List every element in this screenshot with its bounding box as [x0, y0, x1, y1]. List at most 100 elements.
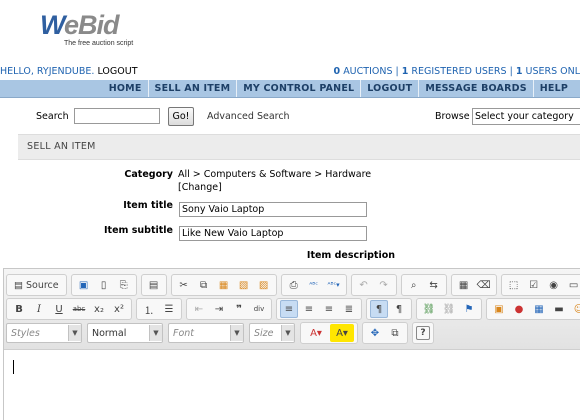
- change-category-link[interactable]: [Change]: [178, 182, 222, 193]
- description-row: Item description: [0, 250, 580, 264]
- search-input[interactable]: [74, 108, 160, 124]
- textfield-icon[interactable]: ▭: [565, 276, 580, 294]
- find-icon[interactable]: ⌕: [405, 276, 423, 294]
- chevron-down-icon: ▼: [230, 325, 243, 341]
- bold-icon[interactable]: B: [10, 300, 28, 318]
- paste-icon[interactable]: ▦: [215, 276, 233, 294]
- search-label: Search: [36, 111, 69, 122]
- paste-word-icon[interactable]: ▨: [255, 276, 273, 294]
- text-color-icon[interactable]: A▾: [304, 324, 328, 342]
- checkbox-icon[interactable]: ☑: [525, 276, 543, 294]
- templates-icon[interactable]: ▤: [145, 276, 163, 294]
- paste-text-icon[interactable]: ▧: [235, 276, 253, 294]
- link-icon[interactable]: ⛓: [420, 300, 438, 318]
- styles-combo[interactable]: Styles ▼: [6, 323, 82, 343]
- logo-text: eBid: [64, 10, 120, 40]
- item-subtitle-input[interactable]: Like New Vaio Laptop: [179, 226, 367, 241]
- undo-group: ↶ ↷: [350, 274, 397, 296]
- undo-icon[interactable]: ↶: [355, 276, 373, 294]
- about-icon[interactable]: ?: [416, 326, 430, 340]
- align-center-icon[interactable]: ≡: [300, 300, 318, 318]
- format-combo[interactable]: Normal ▼: [87, 323, 163, 343]
- item-title-input[interactable]: Sony Vaio Laptop: [179, 202, 367, 217]
- anchor-icon[interactable]: ⚑: [460, 300, 478, 318]
- nav-help[interactable]: HELP: [532, 80, 574, 97]
- chevron-down-icon: ▼: [149, 325, 162, 341]
- maximize-icon[interactable]: ✥: [366, 324, 384, 342]
- nav-my-control-panel[interactable]: MY CONTROL PANEL: [236, 80, 360, 97]
- scayt-icon[interactable]: ᴬᴮᶜ▾: [325, 276, 343, 294]
- document-group: ▣ ▯ ⎘: [70, 274, 137, 296]
- print-icon[interactable]: ⎙: [285, 276, 303, 294]
- logout-link[interactable]: LOGOUT: [97, 66, 137, 77]
- source-label: Source: [25, 279, 59, 291]
- ltr-icon[interactable]: ¶: [370, 300, 388, 318]
- italic-icon[interactable]: I: [30, 300, 48, 318]
- browse-category-select[interactable]: Select your category: [472, 108, 580, 125]
- chevron-down-icon: ▼: [281, 325, 294, 341]
- div-icon[interactable]: div: [250, 300, 268, 318]
- format-label: Normal: [92, 327, 127, 339]
- font-combo[interactable]: Font ▼: [168, 323, 244, 343]
- smiley-icon[interactable]: ☺: [570, 300, 580, 318]
- background-color-icon[interactable]: A▾: [330, 324, 354, 342]
- online-count: 1: [515, 66, 523, 77]
- outdent-icon[interactable]: ⇤: [190, 300, 208, 318]
- radio-icon[interactable]: ◉: [545, 276, 563, 294]
- align-group: ≡ ≡ ≡ ≣: [276, 298, 362, 320]
- save-icon[interactable]: ▣: [75, 276, 93, 294]
- go-button[interactable]: Go!: [168, 107, 194, 126]
- superscript-icon[interactable]: x²: [110, 300, 128, 318]
- advanced-search-link[interactable]: Advanced Search: [207, 111, 290, 122]
- auctions-label: AUCTIONS: [343, 66, 393, 77]
- editor-content-area[interactable]: [4, 350, 580, 420]
- new-page-icon[interactable]: ▯: [95, 276, 113, 294]
- nav-message-boards[interactable]: MESSAGE BOARDS: [418, 80, 532, 97]
- source-button[interactable]: ▤ Source: [10, 276, 63, 294]
- spellcheck-icon[interactable]: ᴬᴮᶜ: [305, 276, 323, 294]
- table-icon[interactable]: ▦: [530, 300, 548, 318]
- align-left-icon[interactable]: ≡: [280, 300, 298, 318]
- image-icon[interactable]: ▣: [490, 300, 508, 318]
- indent-icon[interactable]: ⇥: [210, 300, 228, 318]
- rtl-icon[interactable]: ¶: [390, 300, 408, 318]
- main-navbar: HOME SELL AN ITEM MY CONTROL PANEL LOGOU…: [0, 80, 580, 98]
- top-status-bar: HELLO, RYJENDUBE. LOGOUT 0 AUCTIONS | 1 …: [0, 65, 580, 78]
- font-label: Font: [173, 327, 195, 339]
- size-combo[interactable]: Size ▼: [249, 323, 295, 343]
- unlink-icon[interactable]: ⛓: [440, 300, 458, 318]
- tools-group: ✥ ⧉: [362, 322, 408, 344]
- subscript-icon[interactable]: x₂: [90, 300, 108, 318]
- remove-format-icon[interactable]: ⌫: [475, 276, 493, 294]
- redo-icon[interactable]: ↷: [375, 276, 393, 294]
- toolbar-row-3: Styles ▼ Normal ▼ Font ▼ Size ▼ A▾ A▾ ✥ …: [6, 322, 438, 344]
- clipboard-group: ✂ ⧉ ▦ ▧ ▨: [170, 274, 277, 296]
- numbered-list-icon[interactable]: ⒈: [140, 300, 158, 318]
- form-icon[interactable]: ⬚: [505, 276, 523, 294]
- category-label: Category: [124, 169, 173, 180]
- about-group: ?: [412, 322, 434, 344]
- subtitle-row: Item subtitle Like New Vaio Laptop: [0, 225, 580, 243]
- blockquote-icon[interactable]: ❞: [230, 300, 248, 318]
- nav-logout[interactable]: LOGOUT: [360, 80, 418, 97]
- preview-icon[interactable]: ⎘: [115, 276, 133, 294]
- horizontal-rule-icon[interactable]: ▬: [550, 300, 568, 318]
- select-group: ▦ ⌫: [450, 274, 497, 296]
- user-greeting: HELLO, RYJENDUBE. LOGOUT: [0, 65, 138, 78]
- rich-text-editor: ▤ Source ▣ ▯ ⎘ ▤ ✂ ⧉ ▦ ▧ ▨ ⎙ ᴬᴮᶜ ᴬᴮᶜ▾ ↶ …: [3, 268, 580, 420]
- show-blocks-icon[interactable]: ⧉: [386, 324, 404, 342]
- copy-icon[interactable]: ⧉: [195, 276, 213, 294]
- cut-icon[interactable]: ✂: [175, 276, 193, 294]
- select-all-icon[interactable]: ▦: [455, 276, 473, 294]
- strike-icon[interactable]: abc: [70, 300, 88, 318]
- nav-sell-an-item[interactable]: SELL AN ITEM: [147, 80, 237, 97]
- align-justify-icon[interactable]: ≣: [340, 300, 358, 318]
- bulleted-list-icon[interactable]: ☰: [160, 300, 178, 318]
- flash-icon[interactable]: ●: [510, 300, 528, 318]
- print-spell-group: ⎙ ᴬᴮᶜ ᴬᴮᶜ▾: [280, 274, 347, 296]
- nav-home[interactable]: HOME: [103, 80, 148, 97]
- underline-icon[interactable]: U: [50, 300, 68, 318]
- align-right-icon[interactable]: ≡: [320, 300, 338, 318]
- replace-icon[interactable]: ⇆: [425, 276, 443, 294]
- webid-logo[interactable]: WeBid The free auction script: [40, 10, 150, 52]
